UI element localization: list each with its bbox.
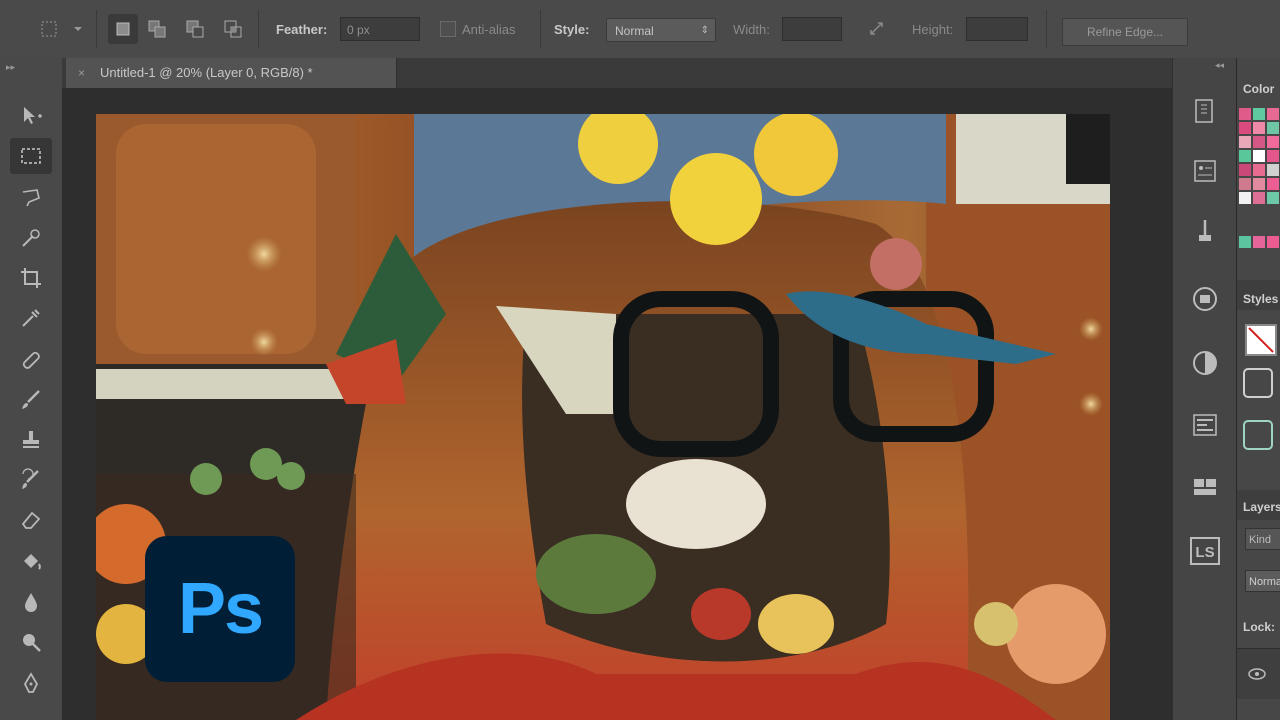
brush-presets-panel-icon[interactable] — [1187, 214, 1223, 248]
adjustments-panel-icon[interactable] — [1187, 346, 1223, 380]
dock-grip-icon[interactable]: ◂◂ — [1215, 60, 1224, 71]
move-tool-icon[interactable] — [10, 98, 52, 134]
document-tab-bar: × Untitled-1 @ 20% (Layer 0, RGB/8) * — [62, 58, 1172, 88]
brush-tool-icon[interactable] — [10, 382, 52, 418]
panel-grip-icon[interactable]: ▸▸ — [6, 62, 15, 73]
photoshop-logo-text: Ps — [177, 569, 264, 649]
blend-mode-select[interactable]: Normal — [1245, 570, 1280, 592]
style-select[interactable]: Normal ⇕ — [606, 18, 716, 42]
panel-dock: ◂◂ LS — [1172, 58, 1237, 720]
style-swatch[interactable] — [1243, 368, 1273, 398]
style-swatch[interactable] — [1243, 420, 1273, 450]
properties-panel-icon[interactable] — [1187, 154, 1223, 188]
layer-row[interactable] — [1237, 648, 1280, 699]
anti-alias-label: Anti-alias — [462, 22, 516, 37]
ls-icon-label: LS — [1190, 537, 1220, 565]
pen-tool-icon[interactable] — [10, 666, 52, 702]
history-brush-tool-icon[interactable] — [10, 462, 52, 498]
anti-alias-checkbox[interactable] — [440, 21, 456, 37]
layer-visibility-eye-icon[interactable] — [1247, 667, 1267, 681]
document-tab[interactable]: × Untitled-1 @ 20% (Layer 0, RGB/8) * — [66, 58, 397, 88]
width-label: Width: — [733, 22, 770, 37]
width-input[interactable] — [782, 17, 842, 41]
eyedropper-tool-icon[interactable] — [10, 300, 52, 336]
paint-bucket-tool-icon[interactable] — [10, 544, 52, 580]
no-style-swatch-icon[interactable] — [1245, 324, 1277, 356]
right-panels: Color Styles Layers Kind Norma — [1236, 58, 1280, 720]
blend-mode-value: Normal — [1249, 576, 1280, 588]
rectangular-marquee-tool-icon[interactable] — [10, 138, 52, 174]
kind-filter-label: Kind — [1249, 534, 1272, 546]
layer-comps-panel-icon[interactable] — [1187, 470, 1223, 504]
style-select-value: Normal — [615, 24, 654, 38]
paragraph-styles-panel-icon[interactable] — [1187, 408, 1223, 442]
libraries-panel-icon[interactable]: LS — [1187, 534, 1223, 568]
feather-input[interactable]: 0 px — [340, 17, 420, 41]
healing-brush-tool-icon[interactable] — [10, 342, 52, 378]
clone-source-panel-icon[interactable] — [1187, 282, 1223, 316]
feather-label: Feather: — [276, 22, 328, 37]
eraser-tool-icon[interactable] — [10, 502, 52, 538]
crop-tool-icon[interactable] — [10, 260, 52, 296]
style-label: Style: — [554, 22, 590, 37]
tools-panel: ▸▸ — [0, 58, 63, 720]
intersect-selection-icon[interactable] — [218, 14, 248, 44]
height-label: Height: — [912, 22, 954, 37]
dodge-tool-icon[interactable] — [10, 624, 52, 660]
lasso-tool-icon[interactable] — [10, 180, 52, 216]
layers-panel-tab[interactable]: Layers — [1243, 500, 1280, 514]
preset-dropdown-icon[interactable] — [66, 14, 90, 44]
blur-tool-icon[interactable] — [10, 584, 52, 620]
close-tab-icon[interactable]: × — [78, 58, 85, 88]
color-panel-tab[interactable]: Color — [1243, 82, 1274, 96]
rectangular-marquee-preset-icon[interactable] — [34, 14, 64, 44]
history-panel-icon[interactable] — [1187, 94, 1223, 128]
add-to-selection-icon[interactable] — [142, 14, 172, 44]
styles-panel-tab[interactable]: Styles — [1243, 292, 1278, 306]
photoshop-logo: Ps — [145, 536, 295, 682]
height-input[interactable] — [966, 17, 1028, 41]
refine-edge-button[interactable]: Refine Edge... — [1062, 18, 1188, 46]
new-selection-icon[interactable] — [108, 14, 138, 44]
swap-width-height-icon[interactable] — [862, 14, 892, 44]
subtract-from-selection-icon[interactable] — [180, 14, 210, 44]
document-tab-title: Untitled-1 @ 20% (Layer 0, RGB/8) * — [100, 65, 313, 80]
updown-arrows-icon: ⇕ — [700, 25, 709, 36]
options-bar: Feather: 0 px Anti-alias Style: Normal ⇕… — [0, 0, 1280, 59]
lock-label: Lock: — [1243, 620, 1276, 634]
clone-stamp-tool-icon[interactable] — [10, 422, 52, 458]
quick-selection-tool-icon[interactable] — [10, 220, 52, 256]
layer-kind-filter[interactable]: Kind — [1245, 528, 1280, 550]
